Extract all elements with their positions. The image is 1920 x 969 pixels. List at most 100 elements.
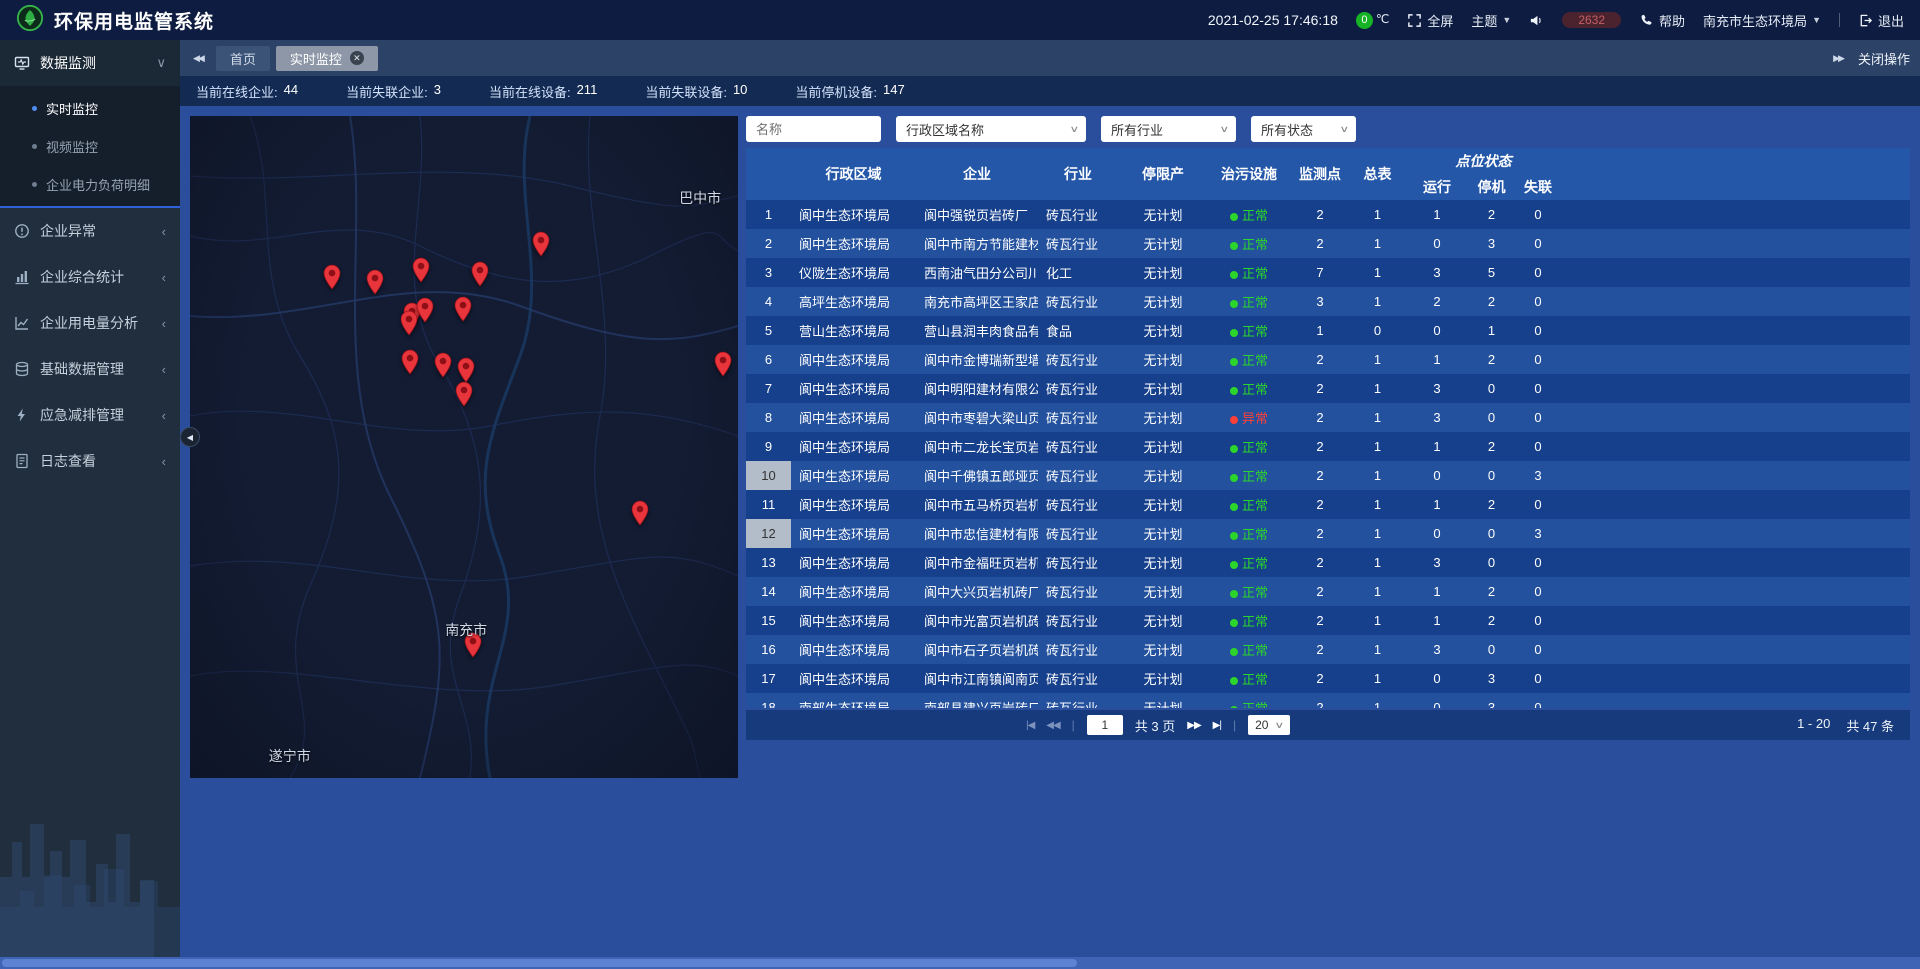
sidebar-group-power-analysis[interactable]: 企业用电量分析‹ [0, 300, 180, 346]
table-row[interactable]: 5营山生态环境局营山县润丰肉食品有限食品无计划正常10010 [746, 316, 1910, 345]
cell-run: 3 [1405, 374, 1469, 403]
status-dot-icon [1230, 387, 1238, 395]
table-row[interactable]: 17阆中生态环境局阆中市江南镇阆南页岩砖瓦行业无计划正常21030 [746, 664, 1910, 693]
cell-industry: 砖瓦行业 [1038, 548, 1118, 577]
close-tab-icon[interactable]: ✕ [350, 51, 364, 65]
facility-status-label: 正常 [1242, 440, 1268, 455]
cell-company: 阆中明阳建材有限公司 [916, 374, 1038, 403]
table-row[interactable]: 4高坪生态环境局南充市高坪区王家店建砖瓦行业无计划正常31220 [746, 287, 1910, 316]
tabs-scroll-left-button[interactable]: ◀◀ [190, 53, 206, 64]
table-row[interactable]: 7阆中生态环境局阆中明阳建材有限公司砖瓦行业无计划正常21300 [746, 374, 1910, 403]
page-size-value: 20 [1255, 718, 1268, 732]
city-label: 遂宁市 [269, 746, 311, 766]
status-dot-icon [1230, 648, 1238, 656]
map-pin-icon[interactable] [630, 500, 649, 526]
map-pin-icon[interactable] [400, 310, 419, 336]
map-pin-icon[interactable] [457, 357, 476, 383]
map-pin-icon[interactable] [400, 349, 419, 375]
prev-page-button[interactable]: ◀◀ [1046, 720, 1059, 731]
facility-status-label: 正常 [1242, 266, 1268, 281]
table-row[interactable]: 1阆中生态环境局阆中强锐页岩砖厂砖瓦行业无计划正常21120 [746, 200, 1910, 229]
table-row[interactable]: 10阆中生态环境局阆中千佛镇五郎垭页岩砖瓦行业无计划正常21003 [746, 461, 1910, 490]
cell-points: 2 [1290, 345, 1350, 374]
collapse-map-button[interactable]: ◀ [180, 427, 200, 447]
table-row[interactable]: 12阆中生态环境局阆中市忠信建材有限公砖瓦行业无计划正常21003 [746, 519, 1910, 548]
table-row[interactable]: 6阆中生态环境局阆中市金博瑞新型墙材砖瓦行业无计划正常21120 [746, 345, 1910, 374]
scrollbar-thumb[interactable] [2, 959, 1077, 967]
tabs-scroll-right-button[interactable]: ▶▶ [1830, 53, 1846, 64]
status-dot-icon [1230, 329, 1238, 337]
org-menu[interactable]: 南充市生态环境局 ▼ [1703, 11, 1821, 30]
cell-points: 2 [1290, 606, 1350, 635]
sidebar-group-base-data[interactable]: 基础数据管理‹ [0, 346, 180, 392]
logout-button[interactable]: 退出 [1858, 11, 1904, 30]
next-page-button[interactable]: ▶▶ [1187, 720, 1200, 731]
help-label: 帮助 [1659, 11, 1685, 30]
skyline-decoration [0, 782, 180, 957]
table-row[interactable]: 9阆中生态环境局阆中市二龙长宝页岩砖砖瓦行业无计划正常21120 [746, 432, 1910, 461]
map-pin-icon[interactable] [532, 231, 551, 257]
cell-facility: 正常 [1208, 316, 1290, 345]
content-column: ◀◀ 首页实时监控✕ ▶▶ 关闭操作 当前在线企业:44当前失联企业:3当前在线… [180, 40, 1920, 957]
sidebar-item-power-load-detail[interactable]: 企业电力负荷明细 [0, 165, 180, 203]
stat-value: 3 [434, 82, 441, 101]
speaker-icon[interactable] [1529, 13, 1544, 28]
table-row[interactable]: 11阆中生态环境局阆中市五马桥页岩机砖砖瓦行业无计划正常21120 [746, 490, 1910, 519]
table-row[interactable]: 14阆中生态环境局阆中大兴页岩机砖厂砖瓦行业无计划正常21120 [746, 577, 1910, 606]
table-row[interactable]: 15阆中生态环境局阆中市光富页岩机砖厂砖瓦行业无计划正常21120 [746, 606, 1910, 635]
cell-limit: 无计划 [1118, 519, 1208, 548]
table-row[interactable]: 18南部生态环境局南部县建兴页岩砖厂砖瓦行业无计划正常21030 [746, 693, 1910, 708]
first-page-button[interactable]: |◀ [1026, 720, 1034, 731]
cell-company: 南部县建兴页岩砖厂 [916, 693, 1038, 708]
cell-facility: 正常 [1208, 693, 1290, 708]
cell-region: 阆中生态环境局 [791, 635, 916, 664]
alert-icon [14, 223, 30, 239]
close-operations-button[interactable]: 关闭操作 [1858, 49, 1910, 68]
horizontal-scrollbar[interactable] [0, 957, 1920, 969]
sidebar-group-company-abnormal[interactable]: 企业异常‹ [0, 208, 180, 254]
help-button[interactable]: 帮助 [1639, 11, 1685, 30]
sidebar-group-company-statistics[interactable]: 企业综合统计‹ [0, 254, 180, 300]
cell-offline: 0 [1514, 693, 1562, 708]
cell-region: 阆中生态环境局 [791, 490, 916, 519]
table-row[interactable]: 2阆中生态环境局阆中市南方节能建材有砖瓦行业无计划正常21030 [746, 229, 1910, 258]
org-label: 南充市生态环境局 [1703, 11, 1807, 30]
table-row[interactable]: 13阆中生态环境局阆中市金福旺页岩机砖砖瓦行业无计划正常21300 [746, 548, 1910, 577]
map-pin-icon[interactable] [366, 269, 385, 295]
last-page-button[interactable]: ▶| [1213, 720, 1221, 731]
page-size-select[interactable]: 20 ∨ [1248, 715, 1290, 735]
sidebar-item-video-monitor[interactable]: 视频监控 [0, 127, 180, 165]
divider: | [1233, 718, 1236, 732]
sidebar-group-emergency-reduction[interactable]: 应急减排管理‹ [0, 392, 180, 438]
map-pin-icon[interactable] [322, 264, 341, 290]
map-pin-icon[interactable] [434, 352, 453, 378]
cell-filler [1562, 374, 1910, 403]
status-filter-select[interactable]: 所有状态 ∨ [1251, 116, 1356, 142]
map[interactable]: 巴中市南充市遂宁市 ◀ [190, 116, 738, 778]
theme-menu[interactable]: 主题 ▼ [1471, 11, 1511, 30]
table-row[interactable]: 3仪陇生态环境局西南油气田分公司川中化工无计划正常71350 [746, 258, 1910, 287]
sidebar-item-realtime-monitor[interactable]: 实时监控 [0, 89, 180, 127]
name-filter-input[interactable] [746, 116, 881, 142]
sidebar-group-data-monitor[interactable]: 数据监测∨ [0, 40, 180, 86]
map-pin-icon[interactable] [453, 296, 472, 322]
map-pin-icon[interactable] [714, 351, 733, 377]
chevron-down-icon: ∨ [156, 55, 166, 71]
fullscreen-button[interactable]: 全屏 [1407, 11, 1453, 30]
tab-realtime-monitor[interactable]: 实时监控✕ [276, 46, 378, 71]
industry-filter-select[interactable]: 所有行业 ∨ [1101, 116, 1236, 142]
cell-index: 13 [746, 548, 791, 577]
map-pin-icon[interactable] [455, 381, 474, 407]
table-row[interactable]: 8阆中生态环境局阆中市枣碧大梁山页岩砖瓦行业无计划异常21300 [746, 403, 1910, 432]
sidebar-group-log-view[interactable]: 日志查看‹ [0, 438, 180, 484]
table-row[interactable]: 16阆中生态环境局阆中市石子页岩机砖厂砖瓦行业无计划正常21300 [746, 635, 1910, 664]
header-industry: 行业 [1038, 148, 1118, 200]
map-pin-icon[interactable] [470, 261, 489, 287]
cell-industry: 砖瓦行业 [1038, 519, 1118, 548]
alarm-count-badge[interactable]: 2632 [1562, 12, 1621, 28]
map-pin-icon[interactable] [412, 257, 431, 283]
region-filter-select[interactable]: 行政区域名称 ∨ [896, 116, 1086, 142]
page-number-input[interactable] [1087, 715, 1123, 735]
tab-home[interactable]: 首页 [216, 46, 270, 71]
analysis-icon [14, 315, 30, 331]
